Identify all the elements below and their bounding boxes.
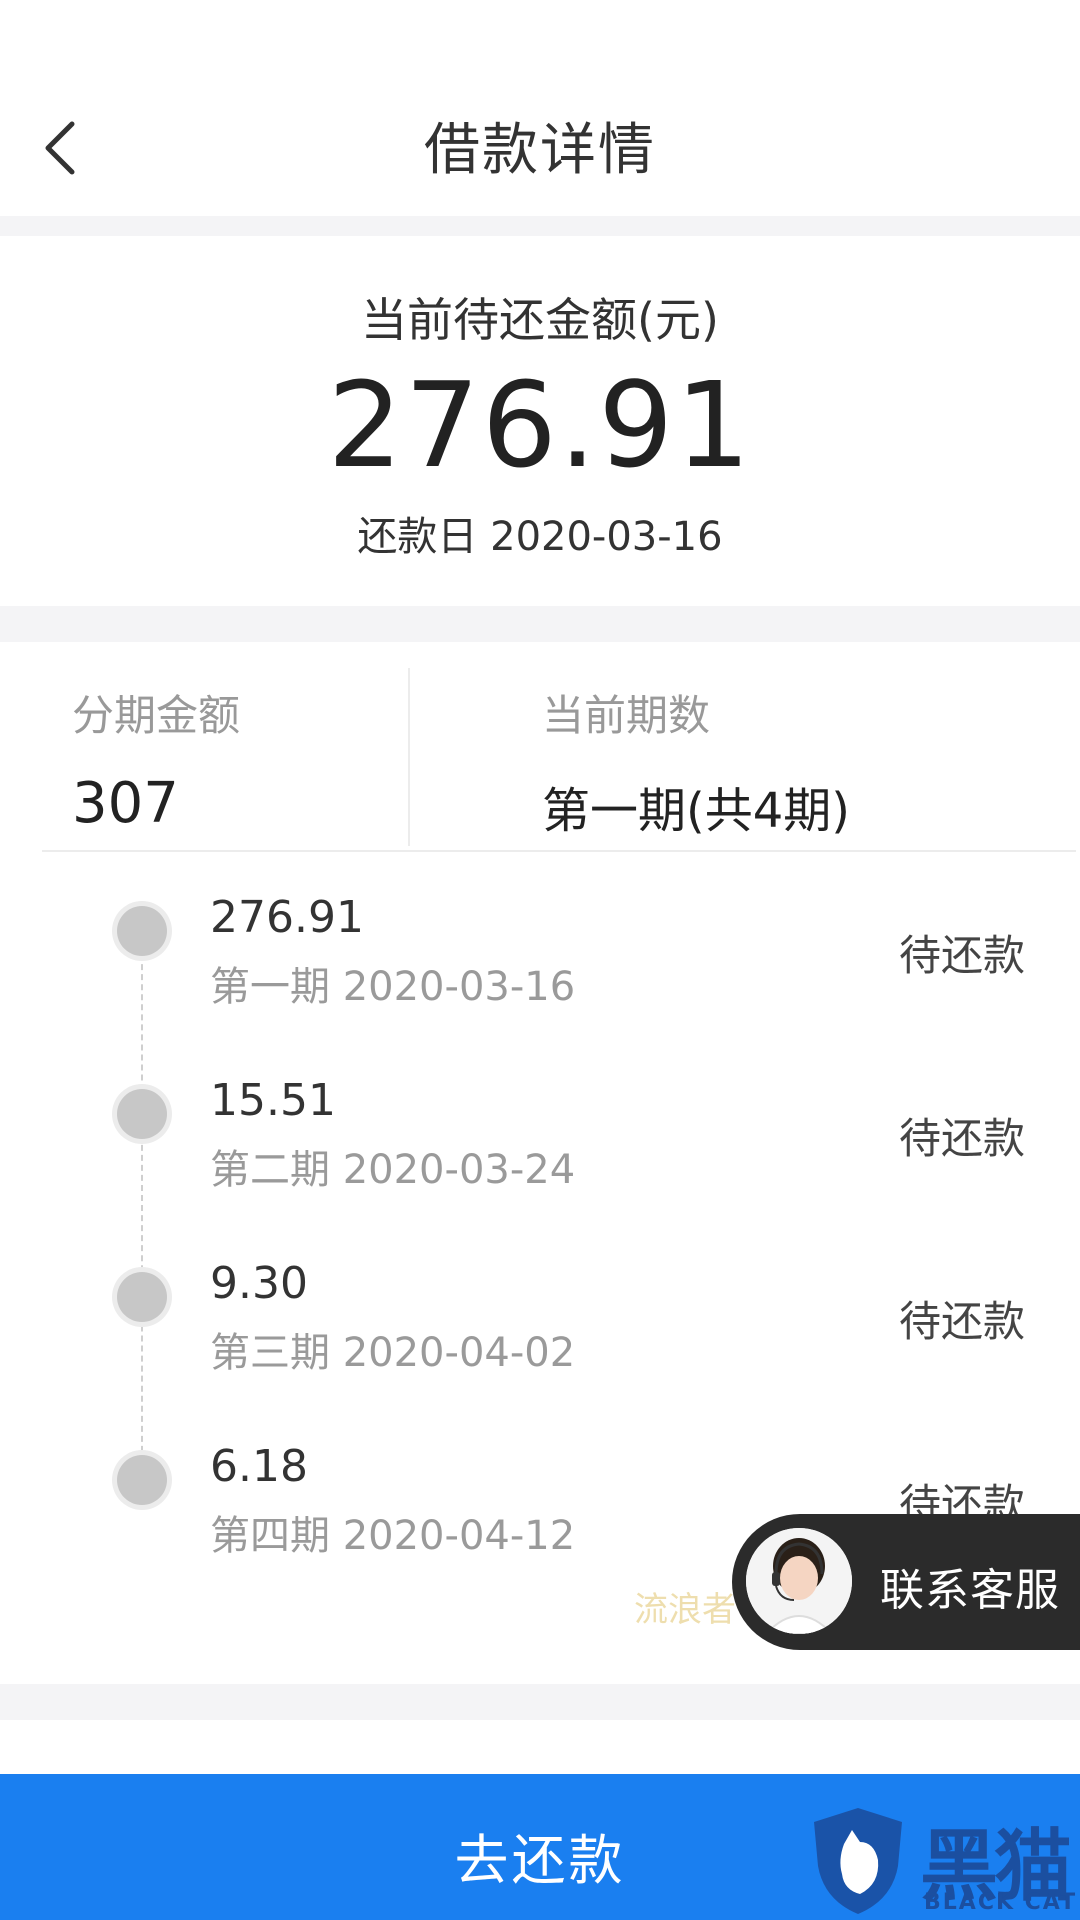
watermark-text: 流浪者 xyxy=(634,1590,736,1630)
installment-label: 分期金额 xyxy=(72,691,241,740)
vertical-divider xyxy=(408,668,410,846)
period-label: 当前期数 xyxy=(542,691,711,740)
page-title: 借款详情 xyxy=(424,118,656,183)
timeline-item: 15.51 第二期 2020-03-24 待还款 xyxy=(0,1035,1080,1215)
installment-value: 307 xyxy=(72,771,179,836)
installment-info: 分期金额 307 xyxy=(72,682,240,836)
app-header: 借款详情 xyxy=(0,0,1080,216)
blackcat-logo: 黑猫 BLACK CAT xyxy=(808,1804,1080,1920)
period-date: 第二期 2020-03-24 xyxy=(210,1147,576,1193)
period-value: 第一期(共4期) xyxy=(542,783,850,839)
amount-label: 当前待还金额(元) xyxy=(361,293,719,347)
period-amount: 9.30 xyxy=(210,1258,308,1309)
period-date: 第一期 2020-03-16 xyxy=(210,964,576,1010)
period-status: 待还款 xyxy=(898,1297,1025,1346)
timeline-item: 9.30 第三期 2020-04-02 待还款 xyxy=(0,1218,1080,1398)
period-amount: 15.51 xyxy=(210,1075,336,1126)
timeline-item: 276.91 第一期 2020-03-16 待还款 xyxy=(0,852,1080,1032)
period-status: 待还款 xyxy=(898,1114,1025,1163)
timeline-dot xyxy=(117,1272,167,1322)
cat-shield-icon xyxy=(814,1808,902,1914)
agent-avatar-icon xyxy=(746,1528,852,1634)
period-amount: 6.18 xyxy=(210,1441,308,1492)
timeline-dot xyxy=(117,1089,167,1139)
amount-summary: 当前待还金额(元) 276.91 还款日 2020-03-16 xyxy=(0,236,1080,606)
period-date: 第三期 2020-04-02 xyxy=(210,1330,576,1376)
due-date: 还款日 2020-03-16 xyxy=(357,514,723,560)
period-amount: 276.91 xyxy=(210,892,364,943)
contact-service-button[interactable]: 联系客服 xyxy=(732,1514,1080,1650)
amount-value: 276.91 xyxy=(327,356,753,494)
timeline-dot xyxy=(117,1455,167,1505)
contact-service-label: 联系客服 xyxy=(880,1565,1060,1616)
period-date: 第四期 2020-04-12 xyxy=(210,1513,576,1559)
timeline-dot xyxy=(117,906,167,956)
period-info: 当前期数 第一期(共4期) xyxy=(542,682,850,841)
brand-name-en: BLACK CAT xyxy=(924,1890,1078,1915)
period-status: 待还款 xyxy=(898,931,1025,980)
